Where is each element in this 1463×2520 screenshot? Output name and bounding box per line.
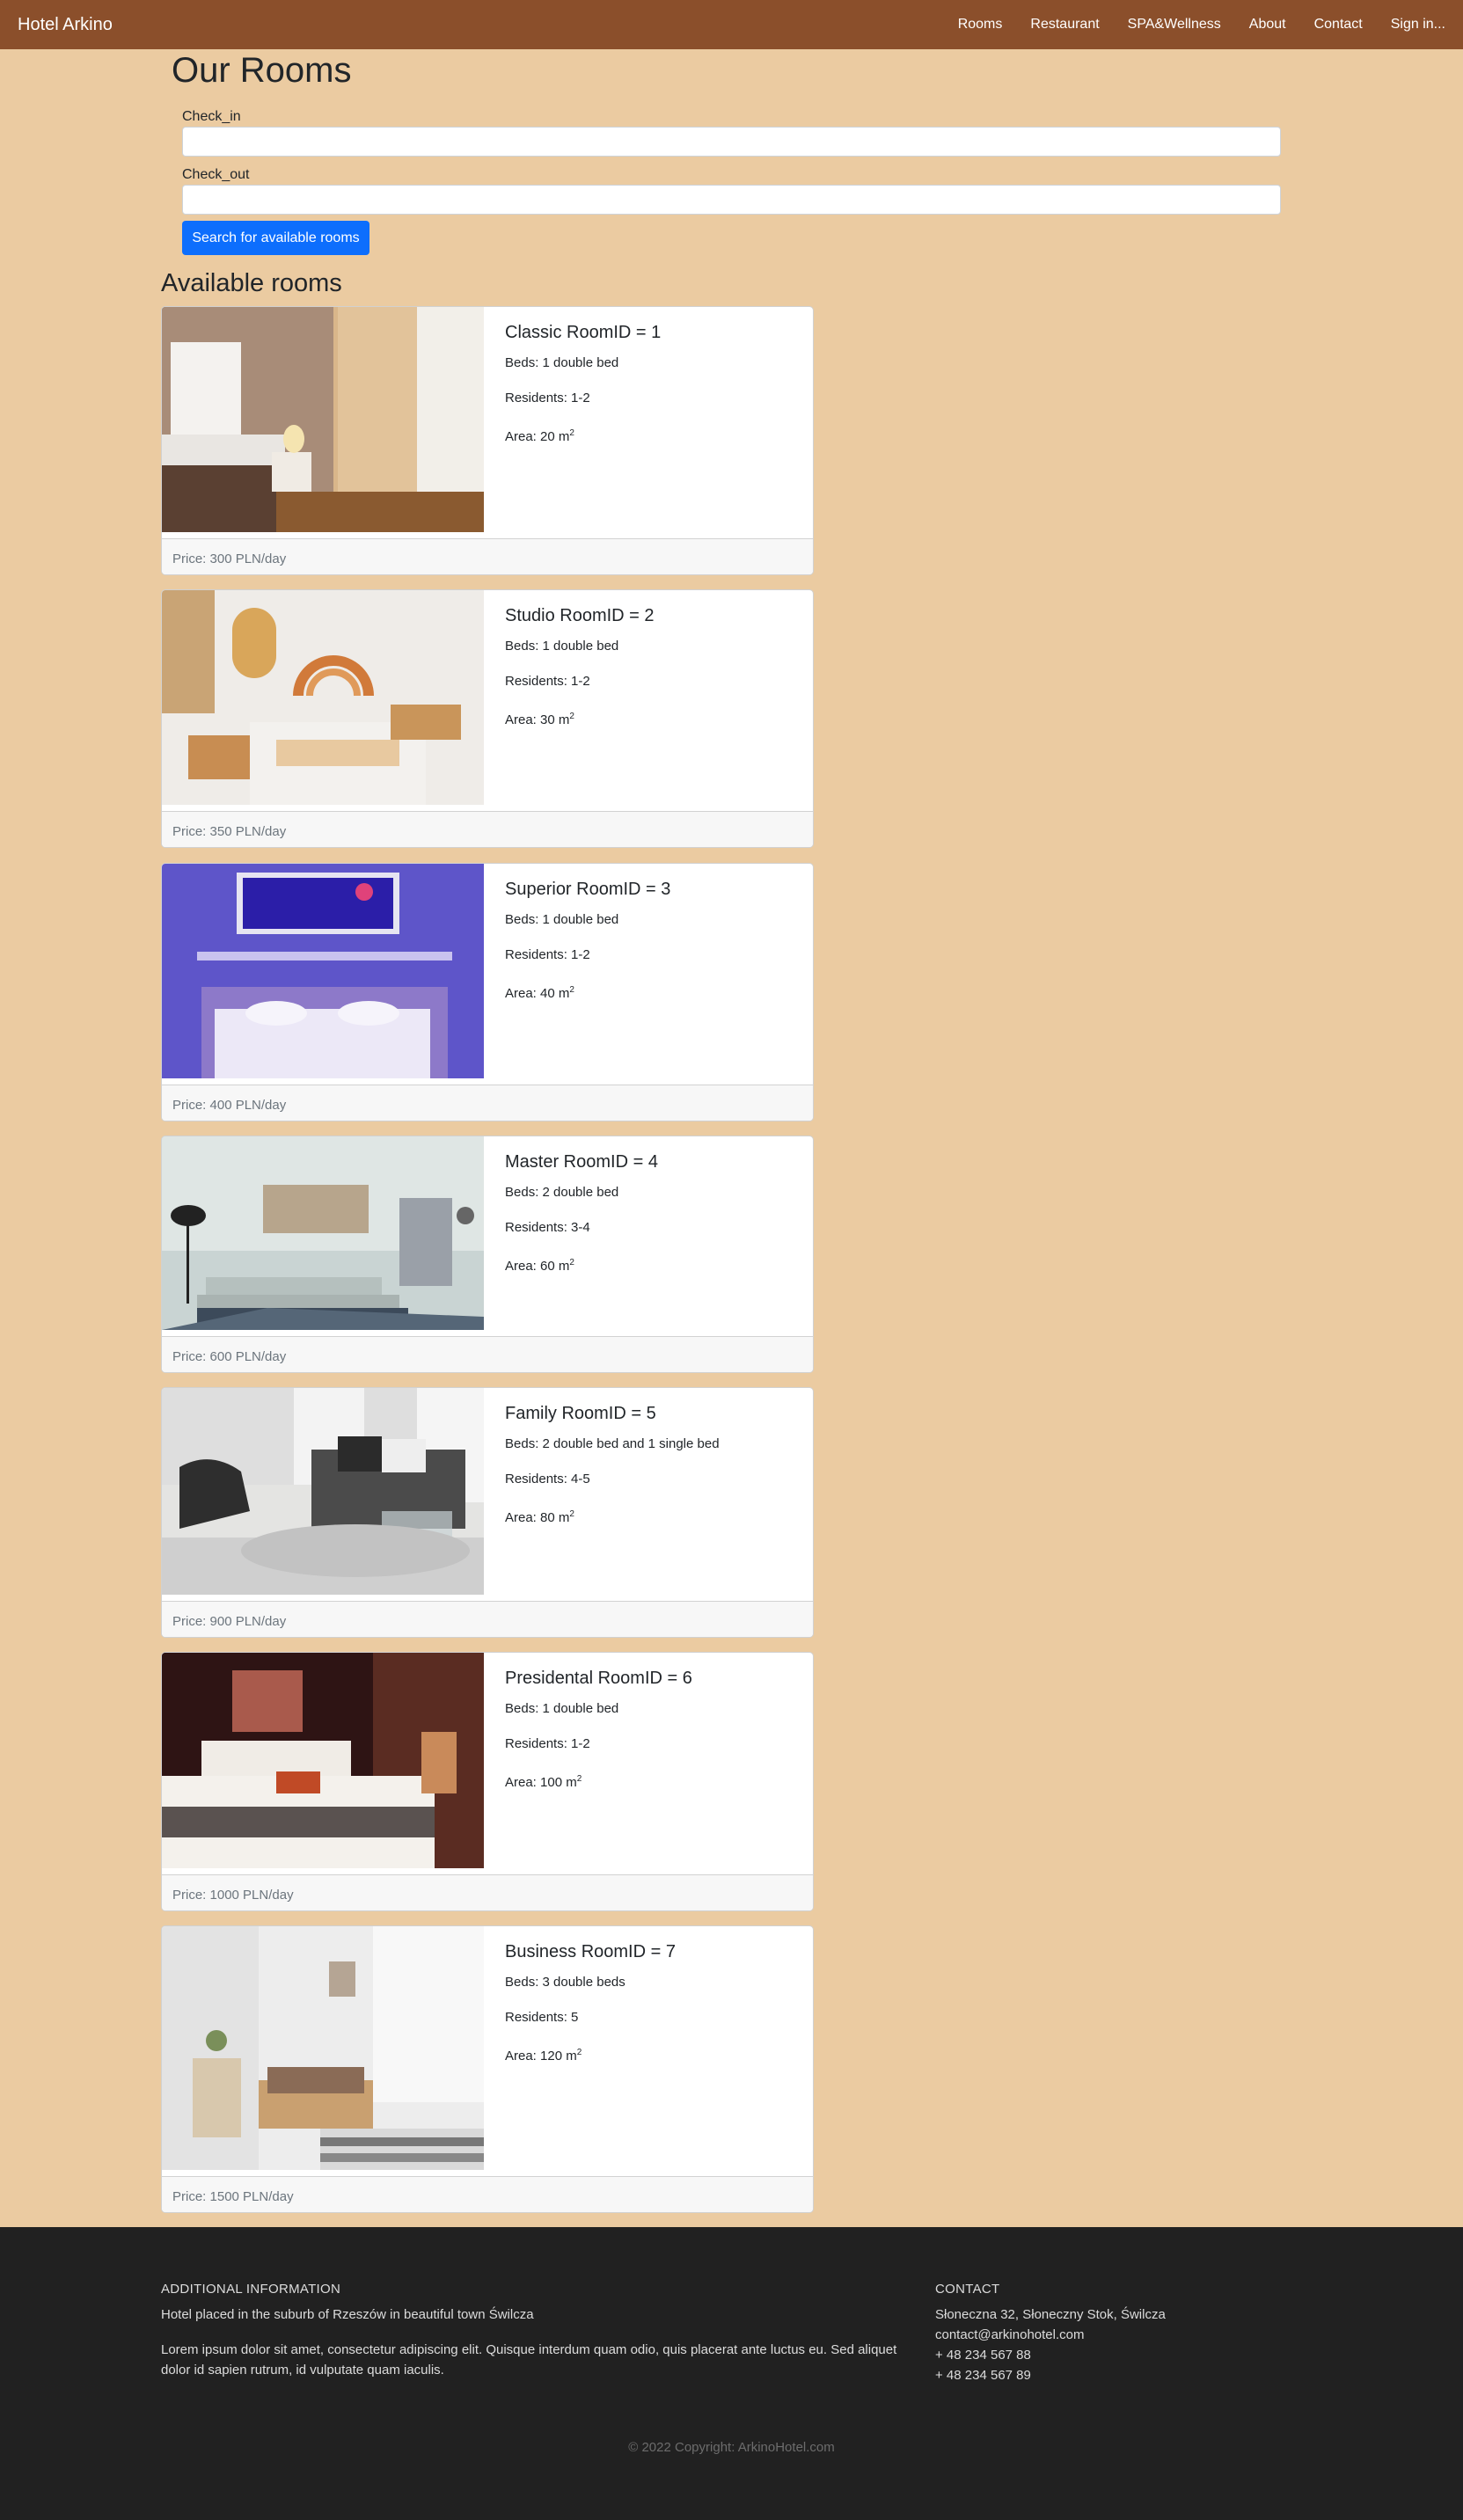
room-card-body: Master RoomID = 4 Beds: 2 double bed Res… — [505, 1152, 658, 1294]
footer: Additional information Hotel placed in t… — [0, 2227, 1463, 2520]
room-residents: Residents: 1-2 — [505, 674, 590, 689]
room-card: Presidental RoomID = 6 Beds: 1 double be… — [161, 1652, 814, 1911]
check-in-label: Check_in — [182, 109, 241, 124]
room-beds: Beds: 3 double beds — [505, 1975, 625, 1990]
room-card: Classic RoomID = 1 Beds: 1 double bed Re… — [161, 306, 814, 575]
room-area: Area: 60 m2 — [505, 1258, 574, 1274]
nav-spa-link[interactable]: SPA&Wellness — [1114, 17, 1235, 33]
room-card: Business RoomID = 7 Beds: 3 double beds … — [161, 1925, 814, 2213]
room-residents: Residents: 1-2 — [505, 1736, 590, 1751]
room-image-studio — [162, 590, 484, 805]
footer-contact-heading: Contact — [935, 2282, 1000, 2297]
room-title: Classic RoomID = 1 — [505, 323, 662, 342]
room-card: Superior RoomID = 3 Beds: 1 double bed R… — [161, 863, 814, 1121]
room-title: Business RoomID = 7 — [505, 1942, 676, 1961]
room-beds: Beds: 1 double bed — [505, 639, 619, 654]
page-title: Our Rooms — [172, 51, 352, 90]
room-image-classic — [162, 307, 484, 532]
room-card-body: Superior RoomID = 3 Beds: 1 double bed R… — [505, 880, 670, 1021]
nav-contact-link[interactable]: Contact — [1300, 17, 1377, 33]
room-title: Presidental RoomID = 6 — [505, 1669, 692, 1688]
room-price: Price: 400 PLN/day — [162, 1085, 813, 1121]
room-area: Area: 80 m2 — [505, 1509, 574, 1525]
room-card-body: Presidental RoomID = 6 Beds: 1 double be… — [505, 1669, 692, 1810]
brand-link[interactable]: Hotel Arkino — [18, 15, 113, 35]
available-rooms-title: Available rooms — [161, 269, 342, 297]
room-beds: Beds: 2 double bed and 1 single bed — [505, 1436, 720, 1451]
room-price: Price: 1500 PLN/day — [162, 2176, 813, 2212]
footer-phone-1: + 48 234 567 88 — [935, 2348, 1031, 2363]
nav-rooms-link[interactable]: Rooms — [944, 17, 1017, 33]
room-image-family — [162, 1388, 484, 1595]
room-card-body: Classic RoomID = 1 Beds: 1 double bed Re… — [505, 323, 661, 464]
room-title: Studio RoomID = 2 — [505, 606, 655, 625]
room-image-business — [162, 1926, 484, 2170]
room-price: Price: 1000 PLN/day — [162, 1874, 813, 1910]
room-title: Master RoomID = 4 — [505, 1152, 658, 1172]
footer-copyright: © 2022 Copyright: ArkinoHotel.com — [628, 2440, 835, 2455]
room-area: Area: 100 m2 — [505, 1774, 582, 1790]
navbar: Hotel Arkino Rooms Restaurant SPA&Wellne… — [0, 0, 1463, 49]
room-area: Area: 20 m2 — [505, 428, 574, 444]
footer-info-line1: Hotel placed in the suburb of Rzeszów in… — [161, 2307, 534, 2322]
room-card-body: Business RoomID = 7 Beds: 3 double beds … — [505, 1942, 676, 2084]
nav-restaurant-link[interactable]: Restaurant — [1016, 17, 1113, 33]
nav-links: Rooms Restaurant SPA&Wellness About Cont… — [944, 17, 1445, 33]
room-residents: Residents: 5 — [505, 2010, 579, 2025]
room-card: Family RoomID = 5 Beds: 2 double bed and… — [161, 1387, 814, 1638]
room-beds: Beds: 1 double bed — [505, 1701, 619, 1716]
footer-info-lorem: Lorem ipsum dolor sit amet, consectetur … — [161, 2342, 897, 2378]
room-beds: Beds: 1 double bed — [505, 912, 619, 927]
footer-address: Słoneczna 32, Słoneczny Stok, Świlcza — [935, 2307, 1166, 2322]
room-price: Price: 900 PLN/day — [162, 1601, 813, 1637]
room-image-presidental — [162, 1653, 484, 1868]
footer-email[interactable]: contact@arkinohotel.com — [935, 2325, 1084, 2345]
room-card-body: Studio RoomID = 2 Beds: 1 double bed Res… — [505, 606, 655, 748]
room-residents: Residents: 1-2 — [505, 391, 590, 405]
room-beds: Beds: 2 double bed — [505, 1185, 619, 1200]
room-area: Area: 40 m2 — [505, 985, 574, 1001]
check-out-input[interactable] — [182, 185, 1281, 215]
room-image-master — [162, 1136, 484, 1330]
room-residents: Residents: 4-5 — [505, 1472, 590, 1486]
room-title: Family RoomID = 5 — [505, 1404, 656, 1423]
room-area: Area: 30 m2 — [505, 712, 574, 727]
room-card: Master RoomID = 4 Beds: 2 double bed Res… — [161, 1136, 814, 1373]
footer-phone-2: + 48 234 567 89 — [935, 2368, 1031, 2383]
room-price: Price: 350 PLN/day — [162, 811, 813, 847]
search-rooms-button[interactable]: Search for available rooms — [182, 221, 369, 255]
room-beds: Beds: 1 double bed — [505, 355, 619, 370]
room-residents: Residents: 3-4 — [505, 1220, 590, 1235]
check-in-input[interactable] — [182, 127, 1281, 157]
room-area: Area: 120 m2 — [505, 2048, 582, 2063]
room-residents: Residents: 1-2 — [505, 947, 590, 962]
room-image-superior — [162, 864, 484, 1078]
room-price: Price: 600 PLN/day — [162, 1336, 813, 1372]
room-card-body: Family RoomID = 5 Beds: 2 double bed and… — [505, 1404, 720, 1545]
nav-about-link[interactable]: About — [1235, 17, 1300, 33]
room-price: Price: 300 PLN/day — [162, 538, 813, 574]
room-title: Superior RoomID = 3 — [505, 880, 671, 899]
check-out-label: Check_out — [182, 167, 250, 182]
room-card: Studio RoomID = 2 Beds: 1 double bed Res… — [161, 589, 814, 848]
footer-info-heading: Additional information — [161, 2282, 341, 2297]
nav-signin-link[interactable]: Sign in... — [1377, 17, 1445, 33]
